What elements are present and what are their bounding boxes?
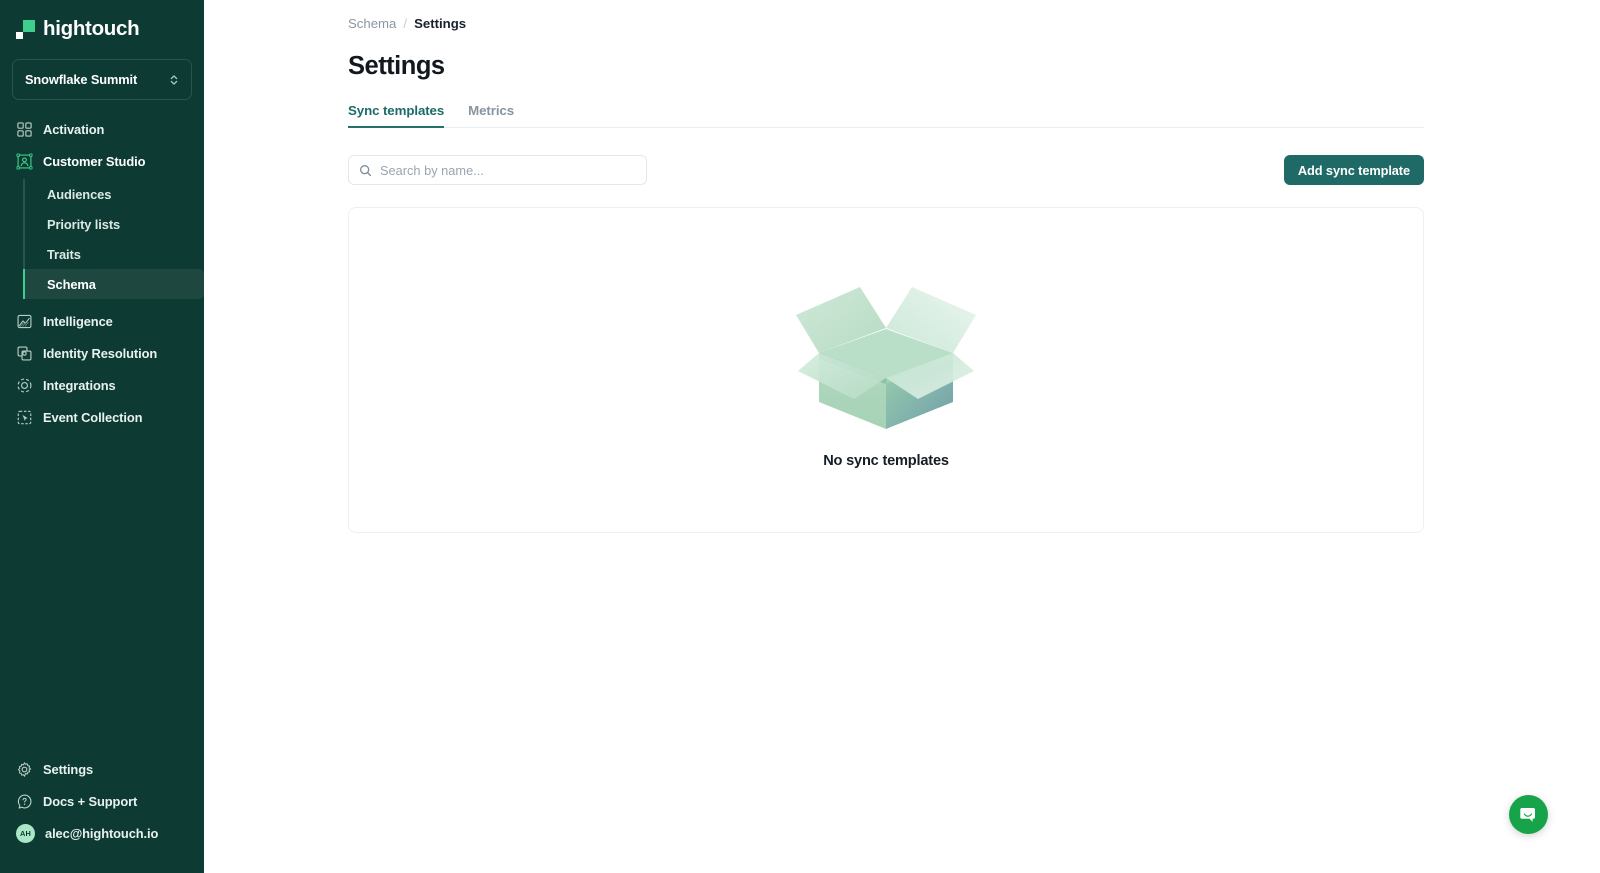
sidebar-item-audiences[interactable]: Audiences — [23, 179, 204, 209]
empty-state-card: No sync templates — [348, 207, 1424, 533]
chat-bubble-icon — [1520, 808, 1535, 822]
sidebar-item-label: Settings — [43, 761, 94, 777]
chart-area-icon — [17, 314, 32, 328]
sidebar-item-docs-support[interactable]: Docs + Support — [9, 785, 195, 817]
breadcrumb-parent-link[interactable]: Schema — [348, 16, 396, 31]
add-sync-template-button[interactable]: Add sync template — [1283, 155, 1424, 185]
avatar: AH — [16, 823, 35, 843]
workspace-name: Snowflake Summit — [25, 72, 138, 87]
sidebar-item-label: Identity Resolution — [43, 345, 158, 361]
sidebar-item-intelligence[interactable]: Intelligence — [9, 305, 195, 337]
sidebar-item-label: Customer Studio — [43, 153, 146, 169]
gear-icon — [17, 761, 32, 777]
chevron-up-down-icon — [170, 74, 178, 85]
sidebar-item-event-collection[interactable]: Event Collection — [9, 401, 195, 433]
sidebar-item-schema[interactable]: Schema — [23, 269, 204, 299]
breadcrumb-current: Settings — [414, 16, 467, 31]
sidebar-item-priority-lists[interactable]: Priority lists — [23, 209, 204, 239]
sidebar-subitem-label: Traits — [47, 246, 81, 262]
sidebar-item-user-account[interactable]: AH alec@hightouch.io — [9, 817, 195, 849]
breadcrumb: Schema / Settings — [348, 0, 1600, 31]
sidebar-item-label: Docs + Support — [43, 793, 138, 809]
content-wrapper: Schema / Settings Settings Sync template… — [204, 0, 1600, 533]
sidebar-item-label: Event Collection — [43, 409, 143, 425]
toolbar: Add sync template — [348, 155, 1424, 185]
support-chat-launcher[interactable] — [1509, 795, 1548, 834]
customer-studio-subnav: Audiences Priority lists Traits Schema — [23, 179, 204, 299]
secondary-nav: Settings Docs + Support AH alec@hightouc… — [0, 753, 204, 873]
open-box-illustration — [795, 287, 976, 429]
workspace-selector[interactable]: Snowflake Summit — [12, 59, 192, 100]
tab-sync-templates[interactable]: Sync templates — [348, 103, 445, 128]
primary-nav: Activation Customer Studio Audiences Pri… — [0, 113, 204, 433]
sidebar-item-customer-studio[interactable]: Customer Studio — [9, 145, 195, 177]
sidebar-item-label: Intelligence — [43, 313, 113, 329]
question-circle-icon — [17, 794, 32, 809]
search-input[interactable] — [380, 162, 636, 178]
sidebar-item-activation[interactable]: Activation — [9, 113, 195, 145]
brand-logo[interactable]: hightouch — [0, 0, 204, 46]
search-field-wrapper[interactable] — [348, 155, 647, 185]
breadcrumb-separator: / — [403, 16, 408, 31]
customer-studio-icon — [16, 152, 33, 170]
sidebar-item-identity-resolution[interactable]: Identity Resolution — [9, 337, 195, 369]
sidebar-item-label: Integrations — [43, 377, 116, 393]
sidebar-item-integrations[interactable]: Integrations — [9, 369, 195, 401]
sidebar-subitem-label: Priority lists — [47, 216, 121, 232]
tab-bar: Sync templates Metrics — [348, 103, 1424, 128]
empty-state-message: No sync templates — [823, 453, 949, 469]
sidebar-subitem-label: Schema — [47, 276, 96, 292]
tab-metrics[interactable]: Metrics — [468, 103, 514, 127]
main-content: Schema / Settings Settings Sync template… — [204, 0, 1600, 873]
search-icon — [360, 164, 372, 176]
user-email: alec@hightouch.io — [45, 825, 159, 841]
sidebar-item-label: Activation — [43, 121, 105, 137]
cursor-square-icon — [17, 410, 32, 424]
app-root: hightouch Snowflake Summit Activation Cu… — [0, 0, 1600, 873]
grid-squares-icon — [17, 121, 32, 137]
sidebar-subitem-label: Audiences — [47, 186, 112, 202]
hightouch-logo-mark-icon — [16, 19, 35, 39]
brand-wordmark: hightouch — [43, 17, 140, 40]
sidebar: hightouch Snowflake Summit Activation Cu… — [0, 0, 204, 873]
page-title: Settings — [348, 52, 445, 80]
sidebar-item-traits[interactable]: Traits — [23, 239, 204, 269]
orbit-circle-icon — [17, 378, 32, 392]
overlapping-squares-icon — [17, 346, 32, 360]
sidebar-item-settings[interactable]: Settings — [9, 753, 195, 785]
